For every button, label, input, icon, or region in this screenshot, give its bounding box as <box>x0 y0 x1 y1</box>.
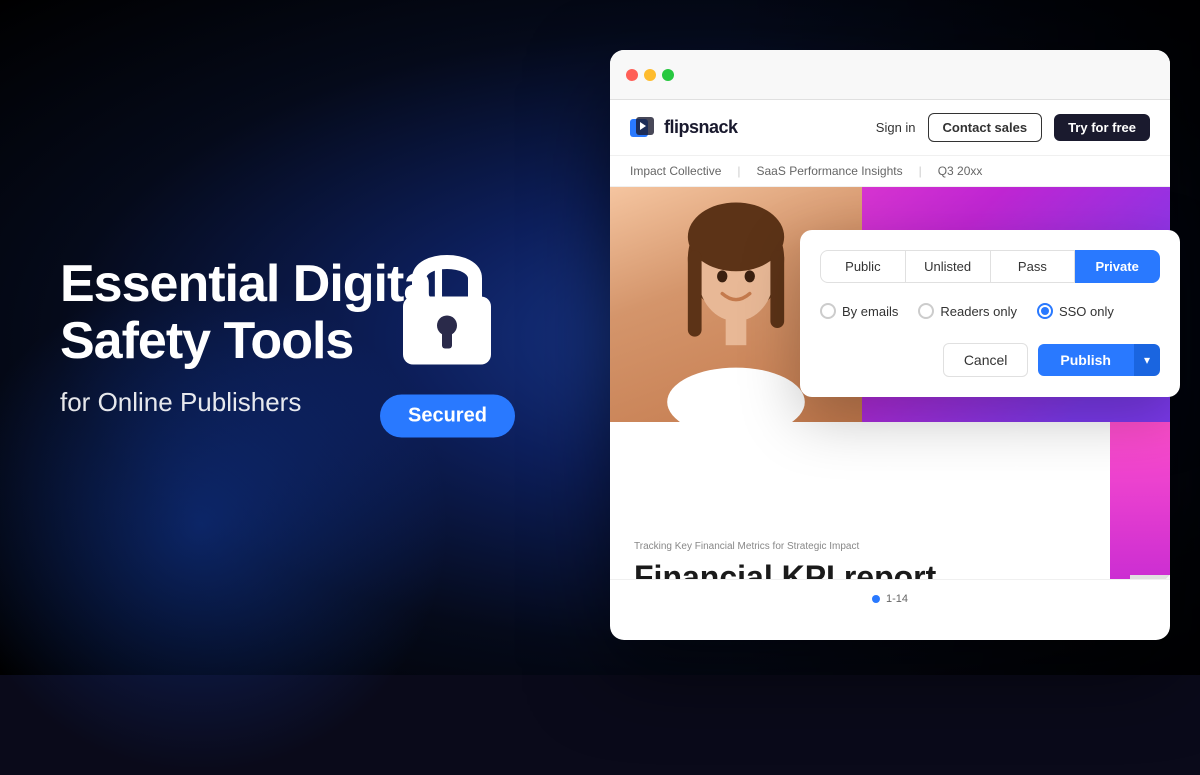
dot-red[interactable] <box>626 69 638 81</box>
radio-label-emails: By emails <box>842 304 898 319</box>
breadcrumb: Impact Collective | SaaS Performance Ins… <box>610 156 1170 187</box>
header-nav: Sign in Contact sales Try for free <box>876 113 1150 142</box>
radio-circle-sso <box>1037 303 1053 319</box>
tab-public[interactable]: Public <box>820 250 906 283</box>
try-free-button[interactable]: Try for free <box>1054 114 1150 141</box>
cancel-button[interactable]: Cancel <box>943 343 1029 377</box>
publish-button[interactable]: Publish <box>1038 344 1133 376</box>
contact-sales-button[interactable]: Contact sales <box>928 113 1043 142</box>
browser-dots <box>626 69 674 81</box>
publish-dialog: Public Unlisted Pass Private By emails R… <box>800 230 1180 397</box>
page-dot <box>872 595 880 603</box>
dot-yellow[interactable] <box>644 69 656 81</box>
radio-sso-only[interactable]: SSO only <box>1037 303 1114 319</box>
book-page-indicator: 1-14 <box>872 593 908 605</box>
breadcrumb-item-2[interactable]: SaaS Performance Insights <box>757 164 903 178</box>
page-indicator-bar: 1-14 <box>610 579 1170 615</box>
tab-unlisted[interactable]: Unlisted <box>906 250 991 283</box>
page-number: 1-14 <box>886 593 908 605</box>
lock-icon <box>387 238 507 378</box>
lock-container: Secured <box>380 238 515 437</box>
sign-in-link[interactable]: Sign in <box>876 120 916 135</box>
radio-circle-readers <box>918 303 934 319</box>
flipsnack-logo-icon <box>630 117 658 139</box>
tab-private[interactable]: Private <box>1075 250 1160 283</box>
tab-pass[interactable]: Pass <box>991 250 1076 283</box>
radio-readers-only[interactable]: Readers only <box>918 303 1017 319</box>
secured-badge: Secured <box>380 394 515 437</box>
book-subtitle: Tracking Key Financial Metrics for Strat… <box>634 541 1146 552</box>
radio-label-readers: Readers only <box>940 304 1017 319</box>
radio-label-sso: SSO only <box>1059 304 1114 319</box>
publish-dropdown-arrow[interactable]: ▾ <box>1133 344 1160 376</box>
flipsnack-logo: flipsnack <box>630 117 738 139</box>
flipsnack-logo-text: flipsnack <box>664 117 738 138</box>
publish-button-group: Publish ▾ <box>1038 344 1160 376</box>
radio-by-emails[interactable]: By emails <box>820 303 898 319</box>
radio-group: By emails Readers only SSO only <box>820 299 1160 323</box>
dot-green[interactable] <box>662 69 674 81</box>
browser-bar <box>610 50 1170 100</box>
radio-circle-emails <box>820 303 836 319</box>
visibility-tabs: Public Unlisted Pass Private <box>820 250 1160 283</box>
breadcrumb-item-3[interactable]: Q3 20xx <box>938 164 983 178</box>
dialog-actions: Cancel Publish ▾ <box>820 343 1160 377</box>
breadcrumb-item-1[interactable]: Impact Collective <box>630 164 721 178</box>
breadcrumb-sep-1: | <box>737 164 740 178</box>
breadcrumb-sep-2: | <box>919 164 922 178</box>
flipsnack-header: flipsnack Sign in Contact sales Try for … <box>610 100 1170 156</box>
